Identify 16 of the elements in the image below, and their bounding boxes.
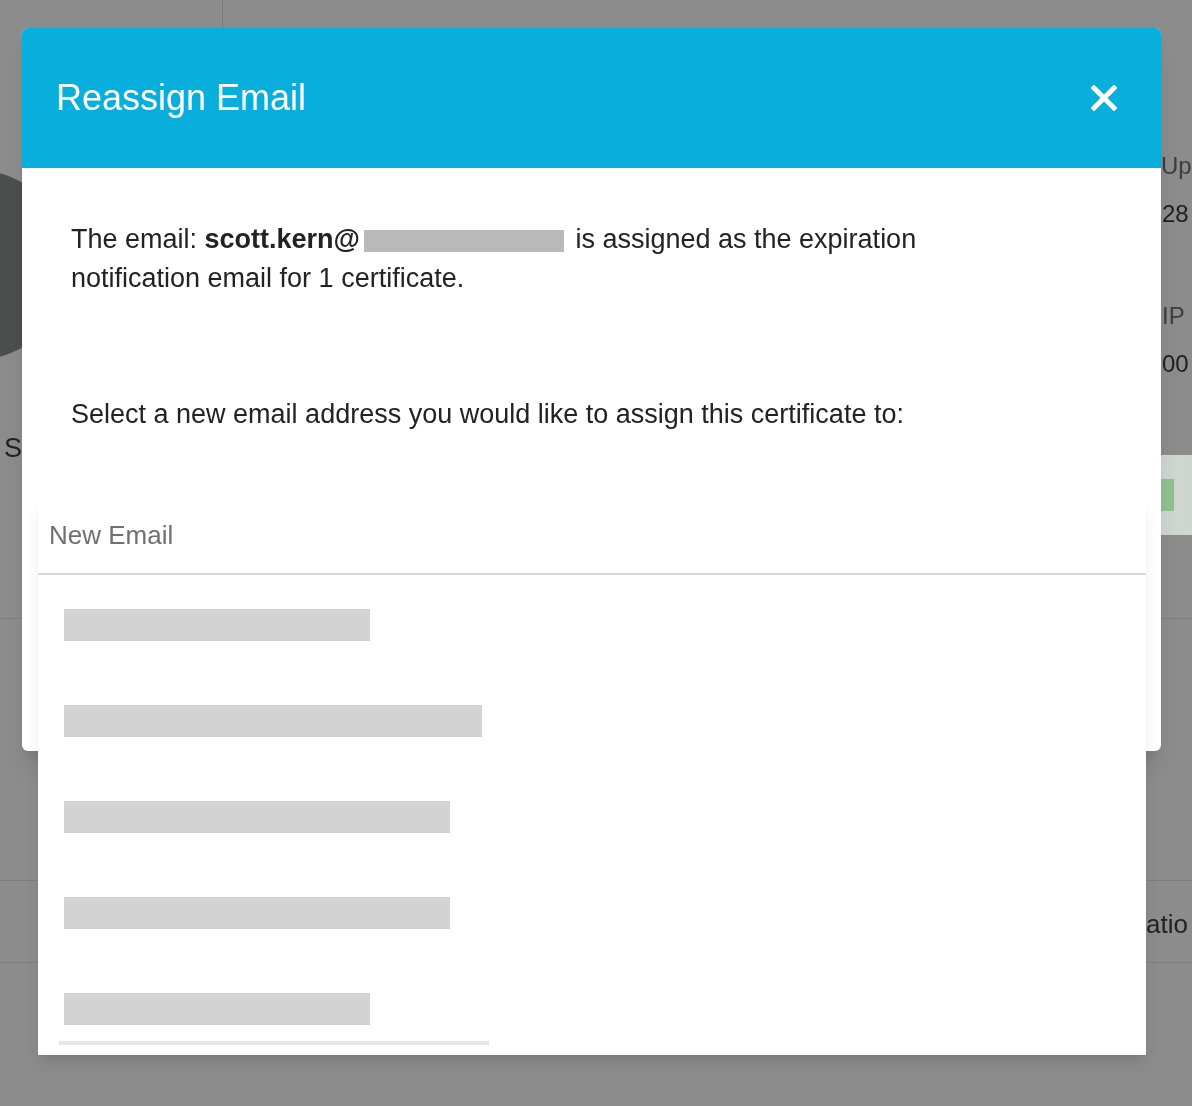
redacted-option[interactable]	[64, 993, 370, 1025]
field-value: 00	[1162, 349, 1189, 379]
redacted-option[interactable]	[64, 801, 450, 833]
assignment-message: The email: scott.kern@ is assigned as the expiration notification email for 1 certificate.	[71, 223, 918, 295]
redacted-option[interactable]	[64, 897, 450, 929]
field-value: 28	[1162, 199, 1189, 229]
email-dropdown-field[interactable]: New Email	[38, 497, 1146, 575]
close-icon	[1091, 85, 1117, 111]
dialog-title: Reassign Email	[56, 76, 307, 120]
redacted-option[interactable]	[64, 705, 482, 737]
column-header: atio	[1146, 908, 1188, 941]
field-label: IP	[1162, 301, 1185, 331]
field-label: S	[4, 432, 22, 465]
selection-prompt: Select a new email address you would like to assign this certificate to:	[71, 398, 905, 431]
redacted-option[interactable]	[64, 609, 370, 641]
field-label: Up	[1161, 151, 1192, 181]
